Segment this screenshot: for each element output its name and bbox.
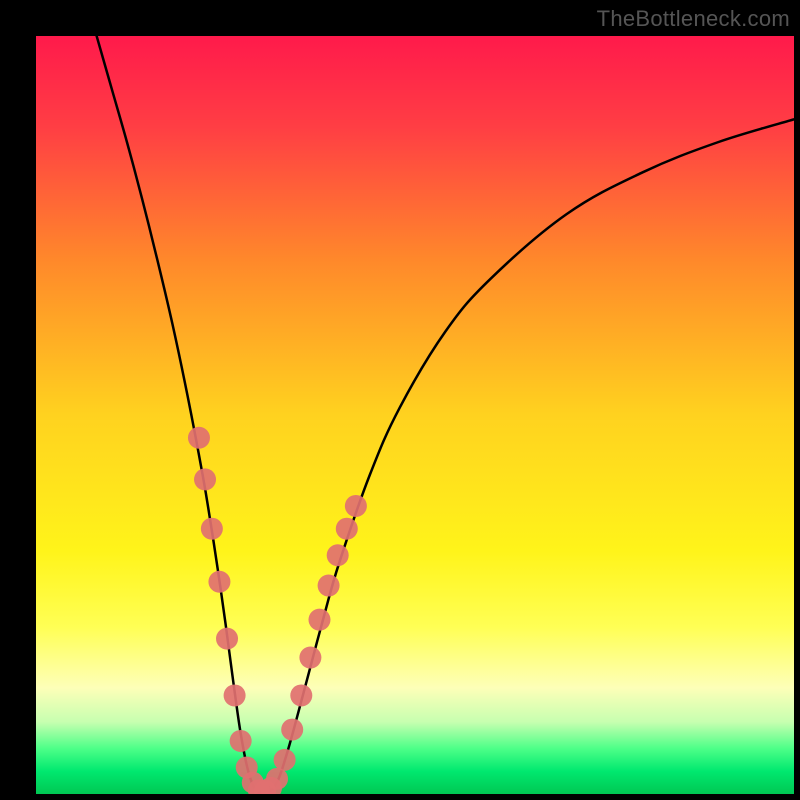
chart-frame: TheBottleneck.com: [0, 0, 800, 800]
highlight-dots-left-point: [188, 427, 210, 449]
highlight-dots-right-point: [345, 495, 367, 517]
highlight-dots-right-point: [327, 544, 349, 566]
plot-area: [36, 36, 794, 794]
bottleneck-curve: [97, 36, 794, 794]
highlight-dots-right-point: [290, 684, 312, 706]
highlight-dots-left-point: [194, 468, 216, 490]
highlight-dots-left-point: [208, 571, 230, 593]
highlight-dots-left-point: [224, 684, 246, 706]
highlight-dots-right-point: [308, 609, 330, 631]
highlight-dots-right-point: [281, 719, 303, 741]
highlight-dots-left-point: [230, 730, 252, 752]
highlight-dots-right-point: [318, 575, 340, 597]
highlight-dots-right-point: [266, 768, 288, 790]
highlight-dots-right-point: [336, 518, 358, 540]
curve-layer: [36, 36, 794, 794]
highlight-dots-left-point: [201, 518, 223, 540]
highlight-dots-right-point: [274, 749, 296, 771]
highlight-dots-right-point: [299, 647, 321, 669]
highlight-dots-left-point: [216, 628, 238, 650]
watermark-text: TheBottleneck.com: [597, 6, 790, 32]
